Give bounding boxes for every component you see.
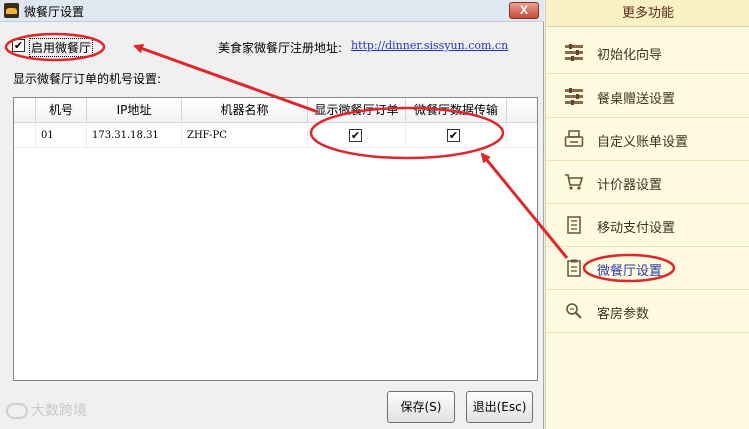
show-orders-checkbox[interactable]: ✔ xyxy=(349,129,362,142)
close-button[interactable]: X xyxy=(509,2,539,19)
enable-label[interactable]: 启用微餐厅 xyxy=(29,38,94,57)
column-header-machine-name[interactable]: 机器名称 xyxy=(182,98,308,122)
table-row[interactable]: 01 173.31.18.31 ZHF-PC ✔ ✔ xyxy=(14,124,537,148)
settings-dialog: 微餐厅设置 X ✔ 启用微餐厅 美食家微餐厅注册地址: http://dinne… xyxy=(0,0,544,429)
cart-icon xyxy=(565,174,584,190)
column-header-data-transfer[interactable]: 微餐厅数据传输 xyxy=(406,98,507,122)
menu-item-micro-restaurant[interactable]: 微餐厅设置 xyxy=(546,247,749,290)
row-selector[interactable] xyxy=(14,124,36,147)
menu-item-meter[interactable]: 计价器设置 xyxy=(546,161,749,204)
menu-label: 初始化向导 xyxy=(597,48,663,63)
cell-terminal-no[interactable]: 01 xyxy=(36,124,87,147)
app-logo-icon xyxy=(4,3,19,18)
column-header-ip[interactable]: IP地址 xyxy=(87,98,182,122)
cell-machine-name[interactable]: ZHF-PC xyxy=(182,124,308,147)
cell-ip[interactable]: 173.31.18.31 xyxy=(87,124,182,147)
menu-label: 微餐厅设置 xyxy=(597,264,663,279)
watermark-logo-icon xyxy=(6,403,28,419)
column-header-show-orders[interactable]: 显示微餐厅订单 xyxy=(308,98,406,122)
exit-button[interactable]: 退出(Esc) xyxy=(466,391,533,423)
data-transfer-checkbox[interactable]: ✔ xyxy=(447,129,460,142)
enable-checkbox[interactable]: ✔ xyxy=(12,39,25,52)
terminal-grid[interactable]: 机号 IP地址 机器名称 显示微餐厅订单 微餐厅数据传输 01 173.31.1… xyxy=(13,97,538,381)
menu-label: 自定义账单设置 xyxy=(597,135,689,150)
document-icon xyxy=(567,216,581,234)
registration-link[interactable]: http://dinner.sissyun.com.cn xyxy=(351,39,508,52)
sliders-icon xyxy=(565,44,583,61)
magnifier-icon xyxy=(566,303,582,319)
registration-label: 美食家微餐厅注册地址: xyxy=(218,41,343,55)
menu-label: 计价器设置 xyxy=(597,178,663,193)
watermark-text: 大数跨境 xyxy=(31,403,87,419)
menu-item-mobile-pay[interactable]: 移动支付设置 xyxy=(546,204,749,247)
column-header-terminal-no[interactable]: 机号 xyxy=(36,98,87,122)
title-bar[interactable]: 微餐厅设置 X xyxy=(0,0,544,22)
menu-label: 客房参数 xyxy=(597,307,650,322)
grid-header: 机号 IP地址 机器名称 显示微餐厅订单 微餐厅数据传输 xyxy=(14,98,537,123)
menu-label: 餐桌赠送设置 xyxy=(597,92,676,107)
clipboard-icon xyxy=(567,259,581,277)
watermark: 大数跨境 xyxy=(6,400,87,420)
save-button[interactable]: 保存(S) xyxy=(387,391,455,423)
cell-data-transfer[interactable]: ✔ xyxy=(406,124,507,147)
menu-label: 移动支付设置 xyxy=(597,221,676,236)
menu-item-custom-bill[interactable]: 自定义账单设置 xyxy=(546,118,749,161)
section-label: 显示微餐厅订单的机号设置: xyxy=(13,72,162,86)
panel-title: 更多功能 xyxy=(546,0,749,27)
cell-show-orders[interactable]: ✔ xyxy=(308,124,406,147)
menu-item-table-gift[interactable]: 餐桌赠送设置 xyxy=(546,75,749,118)
menu-item-room-params[interactable]: 客房参数 xyxy=(546,290,749,333)
printer-icon xyxy=(564,130,584,147)
sliders-icon xyxy=(565,88,583,105)
more-functions-panel: 更多功能 初始化向导 餐桌赠送设置 自定义账单设置 计价器设置 移动支付设置 微… xyxy=(545,0,749,429)
window-title: 微餐厅设置 xyxy=(24,5,85,19)
header-selector xyxy=(14,98,36,122)
menu-item-init-wizard[interactable]: 初始化向导 xyxy=(546,31,749,74)
